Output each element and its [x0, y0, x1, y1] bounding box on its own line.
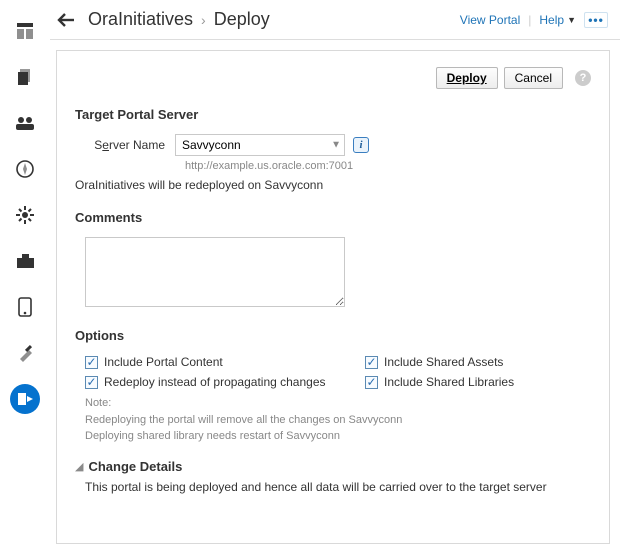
checkbox-label: Include Shared Assets — [384, 355, 503, 369]
checkbox-icon: ✓ — [85, 376, 98, 389]
breadcrumb-level2: Deploy — [214, 9, 270, 30]
note-line: Deploying shared library needs restart o… — [85, 428, 591, 445]
sidebar-item-deploy[interactable] — [10, 384, 40, 414]
server-info-icon[interactable]: i — [353, 137, 369, 153]
checkbox-include-shared-assets[interactable]: ✓ Include Shared Assets — [365, 355, 591, 369]
breadcrumb-level1[interactable]: OraInitiatives — [88, 9, 193, 30]
change-details-body: This portal is being deployed and hence … — [85, 480, 591, 494]
comments-textarea[interactable] — [85, 237, 345, 307]
section-comments-heading: Comments — [75, 210, 591, 225]
sidebar — [0, 0, 50, 554]
topbar-divider: | — [528, 13, 531, 27]
deploy-button[interactable]: Deploy — [436, 67, 498, 89]
more-actions-button[interactable]: ••• — [584, 12, 608, 28]
checkbox-icon: ✓ — [365, 356, 378, 369]
server-name-select[interactable]: ▼ — [175, 134, 345, 156]
server-url-hint: http://example.us.oracle.com:7001 — [185, 160, 591, 172]
topbar: OraInitiatives › Deploy View Portal | He… — [50, 0, 620, 40]
sidebar-item-navigation[interactable] — [10, 154, 40, 184]
help-menu[interactable]: Help ▼ — [539, 13, 576, 27]
disclosure-triangle-icon: ◢ — [75, 460, 83, 473]
sidebar-item-pages[interactable] — [10, 62, 40, 92]
sidebar-item-members[interactable] — [10, 108, 40, 138]
cancel-button[interactable]: Cancel — [504, 67, 563, 89]
checkbox-include-portal-content[interactable]: ✓ Include Portal Content — [85, 355, 345, 369]
change-details-title: Change Details — [88, 459, 182, 474]
checkbox-redeploy[interactable]: ✓ Redeploy instead of propagating change… — [85, 375, 345, 389]
chevron-down-icon: ▼ — [567, 15, 576, 25]
sidebar-item-overview[interactable] — [10, 16, 40, 46]
note-line: Redeploying the portal will remove all t… — [85, 412, 591, 429]
change-details-header[interactable]: ◢ Change Details — [75, 459, 591, 474]
breadcrumb-separator: › — [201, 12, 206, 28]
server-name-label: Server Name — [75, 138, 175, 152]
checkbox-icon: ✓ — [365, 376, 378, 389]
checkbox-label: Include Portal Content — [104, 355, 223, 369]
sidebar-item-assets[interactable] — [10, 246, 40, 276]
sidebar-item-device[interactable] — [10, 292, 40, 322]
checkbox-label: Include Shared Libraries — [384, 375, 514, 389]
server-name-input[interactable] — [175, 134, 345, 156]
note-label: Note: — [85, 395, 591, 412]
sidebar-item-settings[interactable] — [10, 200, 40, 230]
breadcrumb: OraInitiatives › Deploy — [88, 9, 460, 30]
section-options-heading: Options — [75, 328, 591, 343]
deploy-panel: Deploy Cancel ? Target Portal Server Ser… — [56, 50, 610, 544]
back-button[interactable] — [54, 8, 78, 32]
checkbox-include-shared-libraries[interactable]: ✓ Include Shared Libraries — [365, 375, 591, 389]
redeploy-message: OraInitiatives will be redeployed on Sav… — [75, 178, 591, 192]
checkbox-icon: ✓ — [85, 356, 98, 369]
help-icon[interactable]: ? — [575, 70, 591, 86]
options-note: Note: Redeploying the portal will remove… — [85, 395, 591, 445]
section-target-heading: Target Portal Server — [75, 107, 591, 122]
help-label: Help — [539, 13, 564, 27]
view-portal-link[interactable]: View Portal — [460, 13, 520, 27]
checkbox-label: Redeploy instead of propagating changes — [104, 375, 326, 389]
sidebar-item-tools[interactable] — [10, 338, 40, 368]
